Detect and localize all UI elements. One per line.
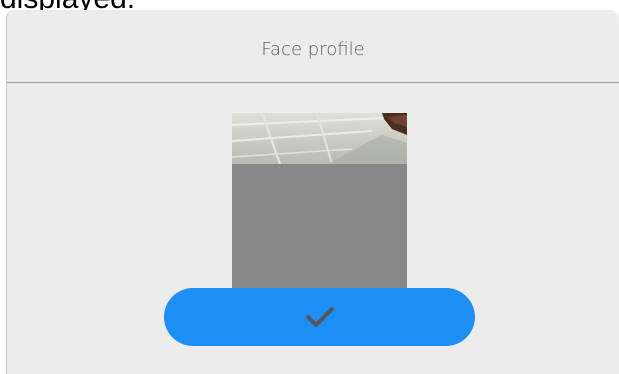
check-icon — [305, 307, 334, 327]
face-profile-dialog: Face profile — [6, 10, 619, 374]
header-divider — [7, 82, 619, 83]
screen: displayed. Face profile — [0, 0, 619, 374]
face-preview — [232, 113, 407, 296]
dialog-header: Face profile — [7, 10, 619, 83]
confirm-button[interactable] — [164, 288, 475, 346]
dialog-title: Face profile — [261, 38, 365, 60]
camera-image — [232, 113, 407, 164]
